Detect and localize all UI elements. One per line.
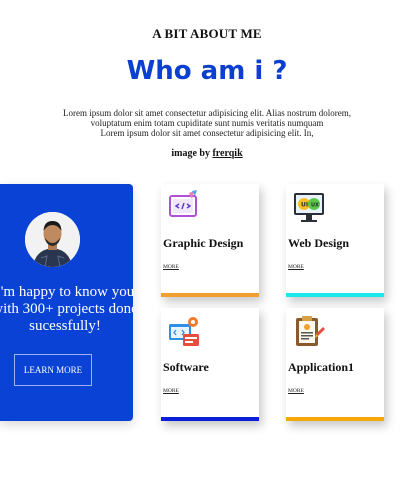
- hero-line: sucessfully!: [29, 318, 101, 334]
- service-card-web-design[interactable]: UI UX Web Design MORE: [286, 184, 384, 297]
- web-design-icon: UI UX: [292, 190, 326, 224]
- page-title: Who am i ?: [126, 56, 288, 86]
- service-card-software[interactable]: Software MORE: [161, 308, 259, 421]
- card-accent-bar: [161, 293, 259, 297]
- description-line: voluptatum enim totam cupiditate sunt nu…: [90, 118, 324, 128]
- software-icon: [167, 314, 201, 348]
- description-line: Lorem ipsum dolor sit amet consectetur a…: [100, 128, 314, 138]
- card-more-link[interactable]: MORE: [163, 264, 179, 270]
- card-title: Graphic Design: [163, 236, 244, 250]
- card-title: Web Design: [288, 236, 350, 250]
- service-card-graphic-design[interactable]: Graphic Design MORE: [161, 184, 259, 297]
- description-line: Lorem ipsum dolor sit amet consectetur a…: [63, 108, 351, 118]
- hero-line: I'm happy to know you: [0, 284, 133, 300]
- card-more-link[interactable]: MORE: [163, 388, 179, 394]
- svg-text:UI: UI: [301, 202, 308, 209]
- card-accent-bar: [286, 417, 384, 421]
- hero-line: with 300+ projects done: [0, 301, 133, 317]
- learn-more-button[interactable]: LEARN MORE: [14, 354, 92, 386]
- application-icon: [292, 314, 326, 348]
- hero-tagline: I'm happy to know you with 300+ projects…: [0, 284, 133, 335]
- card-more-link[interactable]: MORE: [288, 264, 304, 270]
- svg-text:UX: UX: [311, 203, 319, 209]
- card-more-link[interactable]: MORE: [288, 388, 304, 394]
- about-hero-card: I'm happy to know you with 300+ projects…: [0, 184, 133, 421]
- section-kicker: A BIT ABOUT ME: [152, 26, 262, 41]
- card-title: Software: [163, 360, 209, 374]
- service-card-application[interactable]: Application1 MORE: [286, 308, 384, 421]
- credit-prefix: image by: [171, 148, 210, 159]
- card-accent-bar: [161, 417, 259, 421]
- card-title: Application1: [288, 360, 355, 374]
- card-accent-bar: [286, 293, 384, 297]
- credit-author-link[interactable]: frerqik: [212, 148, 242, 159]
- image-credit: image by frerqik: [0, 148, 414, 159]
- graphic-design-icon: [167, 190, 201, 224]
- avatar: [25, 212, 80, 267]
- intro-description: Lorem ipsum dolor sit amet consectetur a…: [57, 108, 357, 138]
